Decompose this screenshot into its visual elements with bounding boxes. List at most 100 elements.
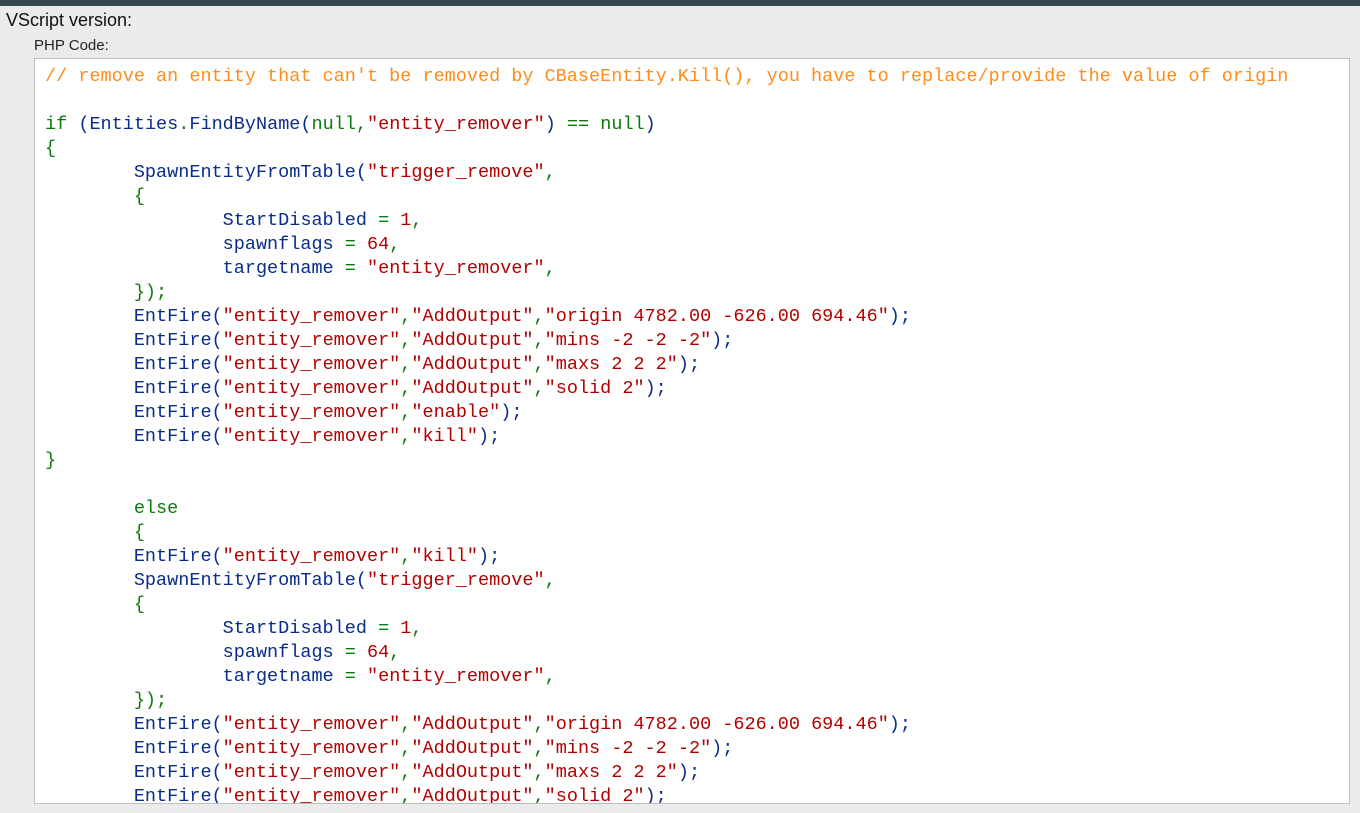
punc-comma: , xyxy=(545,570,556,591)
punc-comma: , xyxy=(400,306,411,327)
punc-comma: , xyxy=(534,354,545,375)
punc-comma: , xyxy=(534,714,545,735)
string: "maxs 2 2 2" xyxy=(545,354,678,375)
punc-comma: , xyxy=(400,762,411,783)
brace: { xyxy=(134,522,145,543)
string: "solid 2" xyxy=(545,786,645,804)
paren: ); xyxy=(889,306,911,327)
punc-comma: , xyxy=(400,786,411,804)
func: EntFire xyxy=(134,330,212,351)
string: "entity_remover" xyxy=(367,114,545,135)
string: "AddOutput" xyxy=(411,762,533,783)
string: "AddOutput" xyxy=(411,786,533,804)
paren: ); xyxy=(711,738,733,759)
func: EntFire xyxy=(134,738,212,759)
brace: }); xyxy=(134,282,167,303)
kw-if: if xyxy=(45,114,67,135)
string: "maxs 2 2 2" xyxy=(545,762,678,783)
punc-comma: , xyxy=(545,258,556,279)
string: "AddOutput" xyxy=(411,738,533,759)
brace: }); xyxy=(134,690,167,711)
string: "mins -2 -2 -2" xyxy=(545,330,712,351)
string: "entity_remover" xyxy=(223,330,401,351)
number: 1 xyxy=(400,210,411,231)
paren: ( xyxy=(212,762,223,783)
string: "entity_remover" xyxy=(223,738,401,759)
punc-comma: , xyxy=(534,738,545,759)
string: "entity_remover" xyxy=(223,546,401,567)
func: EntFire xyxy=(134,354,212,375)
func: EntFire xyxy=(134,306,212,327)
string: "entity_remover" xyxy=(223,354,401,375)
punc-comma: , xyxy=(411,210,422,231)
punc-comma: , xyxy=(534,330,545,351)
punc-comma: , xyxy=(400,330,411,351)
paren: ( xyxy=(212,738,223,759)
code-block-label: PHP Code: xyxy=(34,37,1360,54)
paren: ( xyxy=(300,114,311,135)
op-eq: = xyxy=(345,642,356,663)
paren: ); xyxy=(645,786,667,804)
string: "origin 4782.00 -626.00 694.46" xyxy=(545,714,889,735)
paren: ( xyxy=(212,330,223,351)
code-comment: // remove an entity that can't be remove… xyxy=(45,66,1288,87)
paren: ); xyxy=(500,402,522,423)
number: 64 xyxy=(367,234,389,255)
paren: ( xyxy=(212,402,223,423)
punc-comma: , xyxy=(400,402,411,423)
ident: StartDisabled xyxy=(223,210,367,231)
string: "AddOutput" xyxy=(411,306,533,327)
string: "trigger_remove" xyxy=(367,570,545,591)
func: FindByName xyxy=(189,114,300,135)
punc-comma: , xyxy=(400,426,411,447)
string: "entity_remover" xyxy=(223,402,401,423)
brace: { xyxy=(134,186,145,207)
punc-comma: , xyxy=(534,786,545,804)
kw-null: null xyxy=(312,114,356,135)
func: EntFire xyxy=(134,402,212,423)
string: "AddOutput" xyxy=(411,354,533,375)
kw-null: null xyxy=(600,114,644,135)
number: 1 xyxy=(400,618,411,639)
string: "entity_remover" xyxy=(367,666,545,687)
func: EntFire xyxy=(134,426,212,447)
punc-comma: , xyxy=(534,762,545,783)
paren: ( xyxy=(78,114,89,135)
func: EntFire xyxy=(134,378,212,399)
op-eq: = xyxy=(378,618,389,639)
string: "entity_remover" xyxy=(223,306,401,327)
string: "enable" xyxy=(411,402,500,423)
ident: Entities xyxy=(89,114,178,135)
string: "entity_remover" xyxy=(367,258,545,279)
brace: { xyxy=(134,594,145,615)
func: SpawnEntityFromTable xyxy=(134,162,356,183)
punc-comma: , xyxy=(534,378,545,399)
string: "trigger_remove" xyxy=(367,162,545,183)
punc-comma: , xyxy=(400,714,411,735)
punc-comma: , xyxy=(534,306,545,327)
brace: } xyxy=(45,450,56,471)
punc-comma: , xyxy=(411,618,422,639)
string: "entity_remover" xyxy=(223,786,401,804)
op-eq: = xyxy=(378,210,389,231)
paren: ( xyxy=(212,426,223,447)
func: EntFire xyxy=(134,762,212,783)
punc-comma: , xyxy=(545,162,556,183)
punc-comma: , xyxy=(400,354,411,375)
string: "entity_remover" xyxy=(223,426,401,447)
brace: { xyxy=(45,138,56,159)
op-eqeq: == xyxy=(567,114,589,135)
punc-comma: , xyxy=(545,666,556,687)
ident: StartDisabled xyxy=(223,618,367,639)
string: "kill" xyxy=(411,546,478,567)
paren: ); xyxy=(678,354,700,375)
string: "entity_remover" xyxy=(223,714,401,735)
punc-comma: , xyxy=(400,378,411,399)
paren: ); xyxy=(478,546,500,567)
string: "AddOutput" xyxy=(411,714,533,735)
paren: ); xyxy=(889,714,911,735)
paren: ( xyxy=(356,162,367,183)
string: "origin 4782.00 -626.00 694.46" xyxy=(545,306,889,327)
code-scroll-container[interactable]: // remove an entity that can't be remove… xyxy=(34,58,1350,804)
paren: ( xyxy=(212,378,223,399)
